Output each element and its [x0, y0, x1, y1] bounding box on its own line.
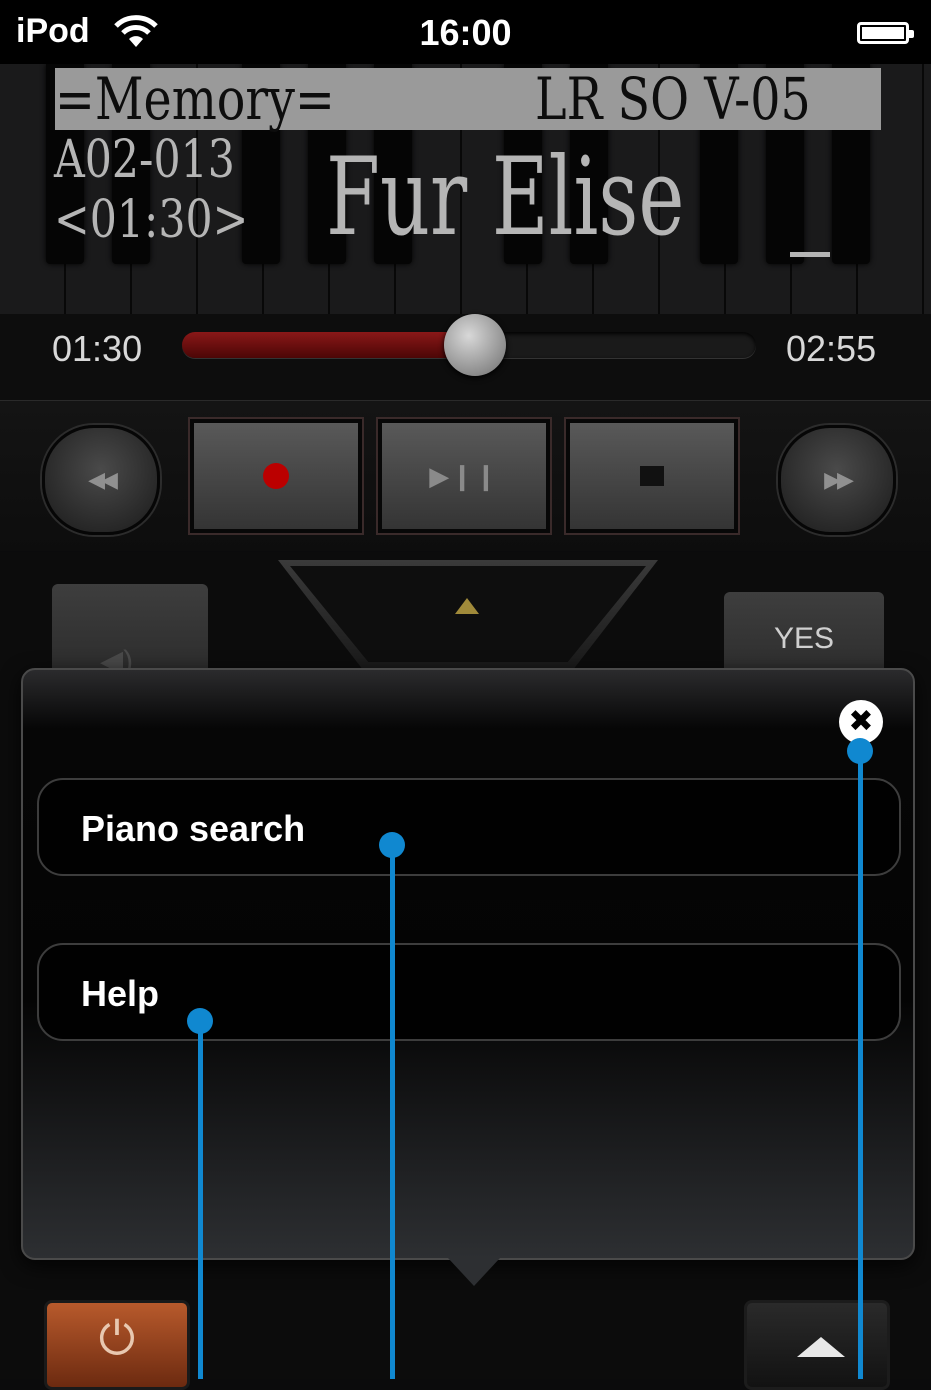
rewind-button[interactable]: ◀◀: [42, 425, 160, 535]
progress-area: 01:30 02:55: [0, 314, 931, 400]
stop-button[interactable]: [566, 419, 738, 533]
lcd-header-bar: =Memory= LR SO V-05: [55, 68, 881, 130]
record-icon: [263, 463, 289, 489]
menu-item-piano-search[interactable]: Piano search: [37, 778, 901, 876]
stop-icon: [640, 466, 664, 486]
status-time: 16:00: [419, 12, 512, 53]
song-time: <01:30>: [54, 190, 249, 250]
memory-mode-label: =Memory=: [55, 65, 335, 133]
close-icon: ✖: [848, 705, 874, 738]
play-pause-button[interactable]: ▶❙❙: [378, 419, 550, 533]
song-id: A02-013: [54, 130, 235, 190]
callout-dot-close: [847, 738, 873, 764]
fast-forward-button[interactable]: ▶▶: [778, 425, 896, 535]
callout-dot-help: [187, 1008, 213, 1034]
progress-thumb[interactable]: [443, 314, 506, 376]
status-bar: iPod 16:00: [0, 0, 931, 64]
settings-label: LR SO V-05: [535, 65, 811, 133]
total-time: 02:55: [786, 328, 877, 369]
battery-icon: [857, 22, 914, 44]
record-button[interactable]: [190, 419, 362, 533]
power-button[interactable]: ⏻: [44, 1300, 190, 1390]
callout-line-piano-search: [390, 845, 395, 1379]
menu-item-label: Piano search: [81, 808, 306, 849]
yes-label: YES: [773, 622, 835, 655]
text-cursor: [790, 252, 830, 257]
song-title: Fur Elise: [326, 135, 685, 260]
elapsed-time: 01:30: [52, 328, 143, 369]
menu-tab-arrow-icon: [455, 598, 479, 614]
progress-fill: [182, 332, 475, 358]
song-display: =Memory= LR SO V-05 A02-013 <01:30> Fur …: [0, 64, 931, 314]
progress-slider[interactable]: [182, 314, 756, 376]
fast-forward-icon: ▶▶: [824, 467, 854, 492]
callout-line-help: [198, 1020, 203, 1379]
transport-controls: ◀◀ ▶❙❙ ▶▶: [0, 400, 931, 551]
callout-line-close: [858, 750, 863, 1379]
menu-item-help[interactable]: Help: [37, 943, 901, 1041]
menu-item-label: Help: [81, 973, 160, 1014]
rewind-icon: ◀◀: [88, 467, 118, 492]
callout-dot-piano-search: [379, 832, 405, 858]
up-arrow-icon: [797, 1337, 845, 1357]
popup-pointer: [448, 1258, 500, 1286]
power-icon: ⏻: [98, 1312, 136, 1364]
scroll-up-button[interactable]: [744, 1300, 890, 1390]
play-pause-icon: ▶❙❙: [429, 460, 499, 491]
